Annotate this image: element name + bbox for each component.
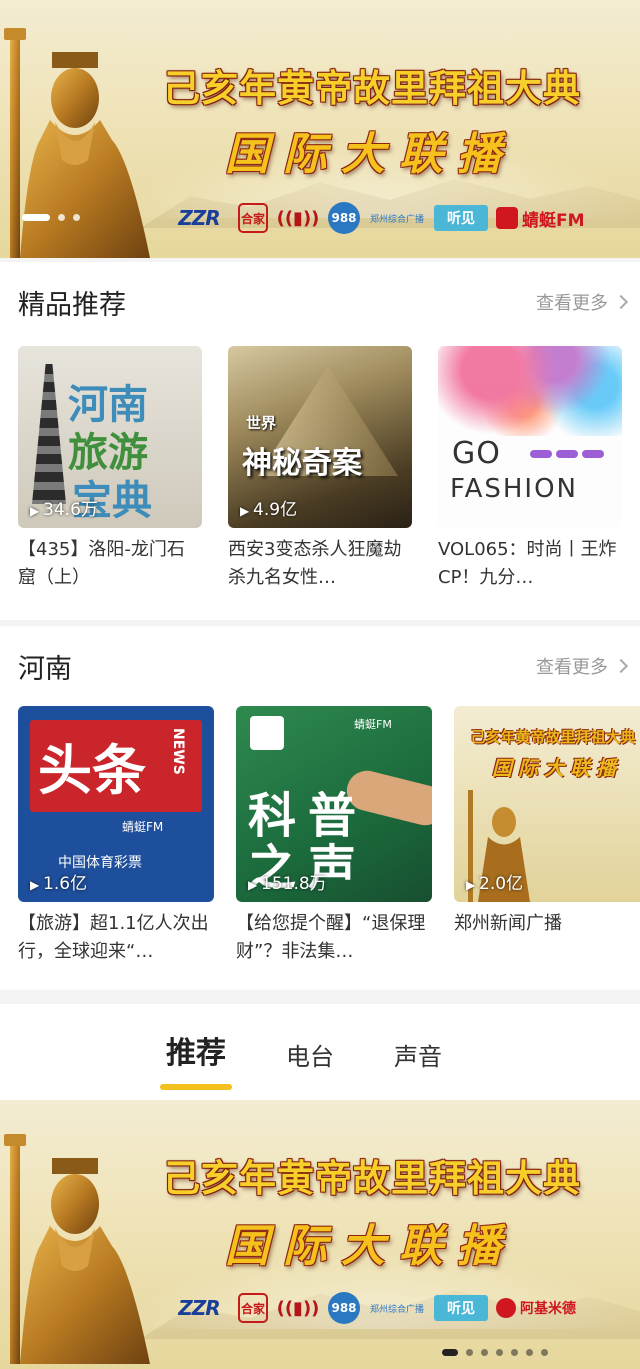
chevron-right-icon <box>613 658 629 674</box>
banner-title: 己亥年黄帝故里拜祖大典 <box>163 66 581 110</box>
cover-text: NEWS <box>170 728 186 775</box>
zzr-logo: ZZR <box>178 1296 220 1320</box>
ajimide-logo: 阿基米德 <box>496 1292 576 1324</box>
cover-text: 世界 <box>246 414 277 432</box>
hejia-logo: 合家 <box>238 1293 268 1323</box>
album-card[interactable]: GO FASHION VOL065：时尚丨王炸CP！九分… <box>438 346 622 592</box>
cover-text: 头条 <box>38 739 146 802</box>
cover-text: 蜻蜓FM <box>122 820 164 834</box>
album-cover[interactable]: 蜻蜓FM 科 普 之 声 151.8万 <box>236 706 432 902</box>
album-cover[interactable]: 己亥年黄帝故里拜祖大典 国际大联播 2.0亿 <box>454 706 640 902</box>
chevron-right-icon <box>613 294 629 310</box>
album-card[interactable]: 蜻蜓FM 科 普 之 声 151.8万 【给您提个醒】“退保理财”？非法集… <box>236 706 432 966</box>
station-badge <box>250 716 284 750</box>
view-more-label: 查看更多 <box>536 657 608 678</box>
album-card[interactable]: 河南 旅游 宝典 34.6万 【435】洛阳-龙门石窟（上） <box>18 346 202 592</box>
zhengzhou-radio-logo: ((▮)) <box>276 207 320 229</box>
card-row: 头条 NEWS 蜻蜓FM 中国体育彩票 1.6亿 【旅游】超1.1亿人次出行，全… <box>18 706 640 966</box>
top-banner[interactable]: 己亥年黄帝故里拜祖大典 国际大联播 ZZR 合家 ((▮)) 988 郑州综合广… <box>0 0 640 258</box>
banner-subtitle: 国际大联播 <box>225 1221 515 1272</box>
section-header: 精品推荐 查看更多 <box>18 282 629 322</box>
section-henan: 河南 查看更多 头条 NEWS 蜻蜓FM 中国体育彩票 1.6亿 【旅游】超1.… <box>0 626 640 990</box>
tab-radio[interactable]: 电台 <box>286 1037 334 1090</box>
tingjian-logo: 听见 <box>434 205 488 231</box>
banner-subtitle: 国际大联播 <box>225 129 515 180</box>
tab-recommend[interactable]: 推荐 <box>160 1028 232 1090</box>
carousel-indicator[interactable] <box>22 214 80 221</box>
hejia-logo: 合家 <box>238 203 268 233</box>
album-title[interactable]: 【给您提个醒】“退保理财”？非法集… <box>236 910 432 966</box>
zzr-logo: ZZR <box>178 206 220 230</box>
bottom-banner[interactable]: 己亥年黄帝故里拜祖大典 国际大联播 ZZR 合家 ((▮)) 988 郑州综合广… <box>0 1100 640 1369</box>
qingting-fm-logo: 蜻蜓FM <box>496 202 585 234</box>
view-more-link[interactable]: 查看更多 <box>536 653 629 679</box>
album-title[interactable]: 西安3变态杀人狂魔劫杀九名女性… <box>228 536 412 592</box>
album-title[interactable]: 【旅游】超1.1亿人次出行，全球迎来“… <box>18 910 214 966</box>
carousel-dot[interactable] <box>496 1349 503 1356</box>
album-card[interactable]: 头条 NEWS 蜻蜓FM 中国体育彩票 1.6亿 【旅游】超1.1亿人次出行，全… <box>18 706 214 966</box>
view-more-label: 查看更多 <box>536 293 608 314</box>
tab-audio[interactable]: 声音 <box>394 1037 442 1090</box>
cover-text: 国际大联播 <box>492 756 622 780</box>
carousel-dot[interactable] <box>511 1349 518 1356</box>
carousel-indicator[interactable] <box>442 1349 548 1356</box>
album-title[interactable]: VOL065：时尚丨王炸CP！九分… <box>438 536 622 592</box>
carousel-dot[interactable] <box>526 1349 533 1356</box>
tab-bar: 推荐 电台 声音 <box>0 1004 640 1100</box>
album-title[interactable]: 【435】洛阳-龙门石窟（上） <box>18 536 202 592</box>
banner-title: 己亥年黄帝故里拜祖大典 <box>163 1156 581 1200</box>
tab-list: 推荐 电台 声音 <box>160 1028 442 1090</box>
zhengzhou-radio-logo: ((▮)) <box>276 1297 320 1319</box>
section-title: 精品推荐 <box>18 289 126 321</box>
carousel-dot-active[interactable] <box>442 1349 458 1356</box>
carousel-dot[interactable] <box>541 1349 548 1356</box>
carousel-dot[interactable] <box>481 1349 488 1356</box>
zhengzhou-comprehensive-radio-logo: 郑州综合广播 <box>369 214 424 225</box>
pagoda-graphic <box>32 364 66 504</box>
section-featured: 精品推荐 查看更多 河南 旅游 宝典 34.6万 【435】洛阳-龙门石窟（上）… <box>0 262 640 620</box>
ink-splash-graphic <box>438 346 622 436</box>
tingjian-logo: 听见 <box>434 1295 488 1321</box>
cover-text: 蜻蜓FM <box>354 718 392 731</box>
fm988-logo: 988 <box>328 1292 360 1324</box>
section-title: 河南 <box>18 653 72 685</box>
carousel-dot[interactable] <box>466 1349 473 1356</box>
section-header: 河南 查看更多 <box>18 646 629 686</box>
play-count: 151.8万 <box>248 869 327 894</box>
cover-text: 神秘奇案 <box>242 446 362 481</box>
play-count: 4.9亿 <box>240 495 297 520</box>
arm-graphic <box>342 766 432 830</box>
partner-logos: ZZR 合家 ((▮)) 988 郑州综合广播 听见 阿基米德 <box>168 1292 640 1324</box>
play-count: 34.6万 <box>30 495 98 520</box>
cover-decoration <box>530 450 604 458</box>
album-cover[interactable]: 河南 旅游 宝典 34.6万 <box>18 346 202 528</box>
fm988-logo: 988 <box>328 202 360 234</box>
partner-logos: ZZR 合家 ((▮)) 988 郑州综合广播 听见 蜻蜓FM <box>168 202 640 234</box>
cover-text: GO <box>452 436 501 471</box>
album-title[interactable]: 郑州新闻广播 <box>454 910 640 966</box>
carousel-dot[interactable] <box>58 214 65 221</box>
album-cover[interactable]: GO FASHION <box>438 346 622 528</box>
view-more-link[interactable]: 查看更多 <box>536 289 629 315</box>
cover-text: FASHION <box>450 474 578 504</box>
album-cover[interactable]: 世界 神秘奇案 4.9亿 <box>228 346 412 528</box>
carousel-dot-active[interactable] <box>22 214 50 221</box>
album-cover[interactable]: 头条 NEWS 蜻蜓FM 中国体育彩票 1.6亿 <box>18 706 214 902</box>
album-card[interactable]: 世界 神秘奇案 4.9亿 西安3变态杀人狂魔劫杀九名女性… <box>228 346 412 592</box>
carousel-dot[interactable] <box>73 214 80 221</box>
play-count: 2.0亿 <box>466 869 523 894</box>
play-count: 1.6亿 <box>30 869 87 894</box>
album-card[interactable]: 己亥年黄帝故里拜祖大典 国际大联播 2.0亿 郑州新闻广播 <box>454 706 640 966</box>
zhengzhou-comprehensive-radio-logo: 郑州综合广播 <box>369 1304 424 1315</box>
cover-text: 己亥年黄帝故里拜祖大典 <box>470 728 636 746</box>
card-row: 河南 旅游 宝典 34.6万 【435】洛阳-龙门石窟（上） 世界 神秘奇案 4… <box>18 346 622 592</box>
